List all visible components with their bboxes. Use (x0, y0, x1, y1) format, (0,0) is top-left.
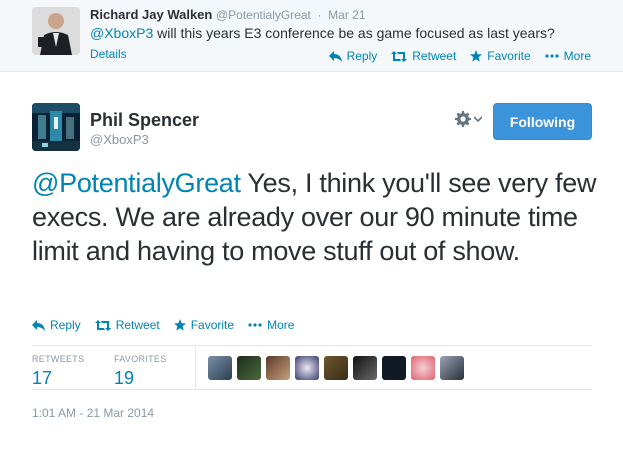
favoriter-avatar[interactable] (411, 356, 435, 380)
parent-more-button[interactable]: More (545, 49, 591, 63)
action-bar: Reply Retweet Favorite More (32, 318, 294, 332)
chevron-down-icon (474, 116, 482, 122)
parent-tweet[interactable]: Richard Jay Walken @PotentialyGreat · Ma… (0, 0, 623, 72)
parent-tweet-text: @XboxP3 will this years E3 conference be… (90, 25, 555, 41)
parent-reply-button[interactable]: Reply (328, 49, 378, 63)
favoriter-avatar[interactable] (382, 356, 406, 380)
retweet-icon (391, 50, 408, 62)
parent-author-name[interactable]: Richard Jay Walken (90, 7, 212, 22)
star-icon (470, 50, 483, 62)
parent-retweet-button[interactable]: Retweet (391, 49, 456, 63)
retweet-icon (94, 319, 111, 331)
author-avatar[interactable] (32, 103, 80, 151)
retweets-label: RETWEETS (32, 354, 85, 364)
tweet-text: @PotentialyGreat Yes, I think you'll see… (32, 166, 604, 268)
parent-header: Richard Jay Walken @PotentialyGreat · Ma… (90, 7, 366, 22)
parent-separator: · (317, 8, 322, 22)
retweet-button[interactable]: Retweet (94, 318, 160, 332)
parent-author-handle[interactable]: @PotentialyGreat (216, 8, 311, 22)
parent-favorite-button[interactable]: Favorite (470, 49, 531, 63)
parent-action-bar: Reply Retweet Favorite More (328, 49, 591, 63)
more-label: More (267, 318, 295, 332)
more-dots-icon (248, 323, 262, 327)
favoriter-avatar[interactable] (324, 356, 348, 380)
author-handle[interactable]: @XboxP3 (90, 132, 149, 147)
favorite-button[interactable]: Favorite (173, 318, 235, 332)
author-name[interactable]: Phil Spencer (90, 110, 199, 131)
reply-icon (328, 50, 342, 62)
favoriter-avatar[interactable] (353, 356, 377, 380)
retweet-label: Retweet (115, 318, 160, 332)
parent-time[interactable]: Mar 21 (328, 8, 365, 22)
parent-favorite-label: Favorite (487, 49, 531, 63)
tweet-stats: RETWEETS 17 FAVORITES 19 (32, 345, 592, 390)
details-link[interactable]: Details (90, 47, 127, 61)
retweets-count: 17 (32, 368, 53, 388)
retweets-stat[interactable]: RETWEETS 17 (32, 354, 84, 389)
more-button[interactable]: More (248, 318, 294, 332)
following-button[interactable]: Following (493, 103, 592, 140)
favorites-count: 19 (114, 368, 135, 388)
favoriters-avatars (208, 356, 469, 380)
favoriter-avatar[interactable] (237, 356, 261, 380)
favorites-label: FAVORITES (114, 354, 167, 364)
parent-avatar[interactable] (32, 7, 80, 55)
reply-button[interactable]: Reply (32, 318, 81, 332)
user-actions-dropdown[interactable] (455, 111, 482, 127)
favorites-stat[interactable]: FAVORITES 19 (114, 354, 167, 389)
favorite-label: Favorite (190, 318, 235, 332)
parent-reply-label: Reply (346, 49, 378, 63)
parent-retweet-label: Retweet (412, 49, 457, 63)
mention-link[interactable]: @PotentialyGreat (32, 168, 241, 198)
reply-icon (32, 319, 45, 331)
star-icon (173, 319, 186, 331)
favoriter-avatar[interactable] (266, 356, 290, 380)
gear-icon (455, 111, 471, 127)
stats-divider (195, 346, 196, 389)
favoriter-avatar[interactable] (440, 356, 464, 380)
tweet-timestamp[interactable]: 1:01 AM - 21 Mar 2014 (32, 406, 154, 420)
favoriter-avatar[interactable] (208, 356, 232, 380)
favoriter-avatar[interactable] (295, 356, 319, 380)
parent-mention-link[interactable]: @XboxP3 (90, 25, 153, 41)
more-dots-icon (545, 54, 559, 58)
parent-text-body: will this years E3 conference be as game… (153, 25, 555, 41)
parent-more-label: More (563, 49, 591, 63)
reply-label: Reply (50, 318, 81, 332)
